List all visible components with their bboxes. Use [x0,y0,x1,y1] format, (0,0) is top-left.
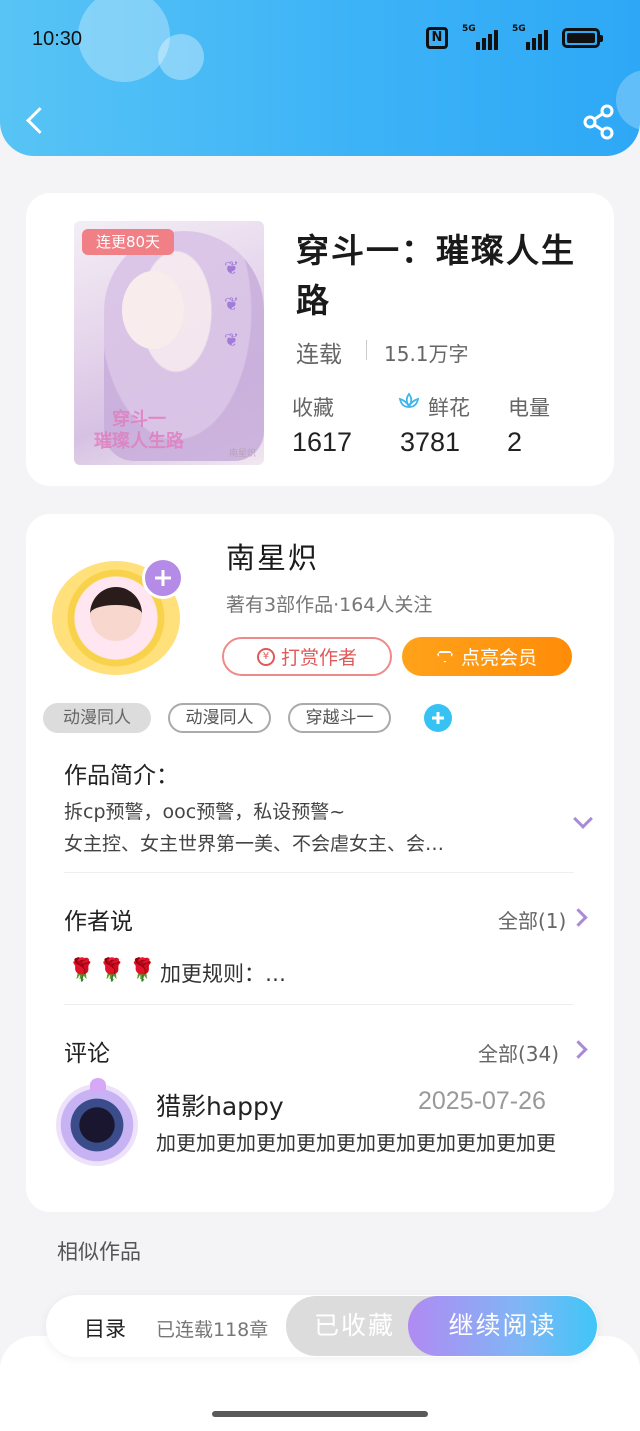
signal-icon: 5G [462,24,498,50]
author-note-text[interactable]: 加更规则：… [160,958,286,988]
commenter-avatar[interactable] [56,1078,138,1166]
book-title: 穿斗一：璀璨人生路 [296,231,576,320]
diamond-icon [436,650,453,663]
tag-chip[interactable]: 动漫同人 [43,703,151,733]
author-note-all-link[interactable]: 全部(1) [498,905,566,934]
word-count: 15.1万字 [384,342,469,366]
commenter-name[interactable]: 猎影happy [156,1087,284,1123]
book-cover[interactable]: ❦ ❦ ❦ 穿斗一 璀璨人生路 南星炽 [74,221,264,465]
continue-reading-button[interactable]: 继续阅读 [408,1296,597,1356]
decor-bubble [78,0,170,82]
butterfly-icon: ❦ ❦ ❦ [224,258,240,351]
cover-author-art: 南星炽 [228,449,256,459]
status-icons: N 5G 5G [426,24,603,50]
cover-face [122,271,184,349]
heart-icon [90,1078,106,1092]
decor-bubble [158,34,204,80]
nfc-icon: N [426,27,448,49]
intro-title: 作品简介： [64,763,179,789]
stat-label-favorites: 收藏 [292,396,334,420]
add-tag-icon[interactable] [424,704,452,732]
similar-works-title: 相似作品 [57,1240,141,1264]
status-time: 10:30 [32,28,83,50]
top-header [0,0,640,156]
vip-label: 点亮会员 [460,647,537,669]
author-name[interactable]: 南星炽 [226,535,319,577]
tag-chip[interactable]: 动漫同人 [168,703,271,733]
comments-title: 评论 [64,1041,110,1067]
vip-button[interactable]: 点亮会员 [402,637,572,676]
lotus-icon [398,392,420,408]
comments-all-link[interactable]: 全部(34) [478,1038,559,1067]
divider [64,872,574,873]
back-arrow-icon[interactable] [22,104,50,140]
avatar-illustration [90,587,142,641]
signal-label: 5G [462,24,476,34]
signal-icon: 5G [512,24,548,50]
follow-plus-icon[interactable] [142,557,184,599]
stat-label-power: 电量 [508,396,550,420]
comment-date: 2025-07-26 [418,1087,546,1115]
update-streak-badge: 连更80天 [82,229,174,255]
intro-text-line: 女主控、女主世界第一美、不会虐女主、会… [64,833,445,855]
home-indicator[interactable] [212,1411,428,1417]
intro-text-line: 拆cp预警，ooc预警，私设预警~ [64,801,346,823]
reward-author-button[interactable]: ¥ 打赏作者 [222,637,392,676]
reward-label: 打赏作者 [280,647,357,669]
author-meta: 著有3部作品·164人关注 [226,594,433,616]
cover-title-art: 穿斗一 璀璨人生路 [94,409,184,452]
rose-icon: 🌹🌹🌹 [68,958,160,983]
stat-value-favorites: 1617 [292,427,353,457]
tag-chip[interactable]: 穿越斗一 [288,703,391,733]
stat-value-power: 2 [507,427,523,457]
serial-status: 连载 [296,342,342,368]
stat-label-flowers: 鲜花 [428,396,470,420]
divider [366,340,367,360]
author-note-title: 作者说 [64,909,133,935]
share-icon[interactable] [580,104,620,140]
yen-icon: ¥ [256,647,275,666]
battery-icon [562,28,603,48]
chapter-count[interactable]: 已连载118章 [156,1315,268,1342]
divider [64,1004,574,1005]
table-of-contents-button[interactable]: 目录 [84,1313,126,1343]
stat-value-flowers: 3781 [400,427,461,457]
signal-label: 5G [512,24,526,34]
comment-text[interactable]: 加更加更加更加更加更加更加更加更加更加更 [156,1128,572,1159]
